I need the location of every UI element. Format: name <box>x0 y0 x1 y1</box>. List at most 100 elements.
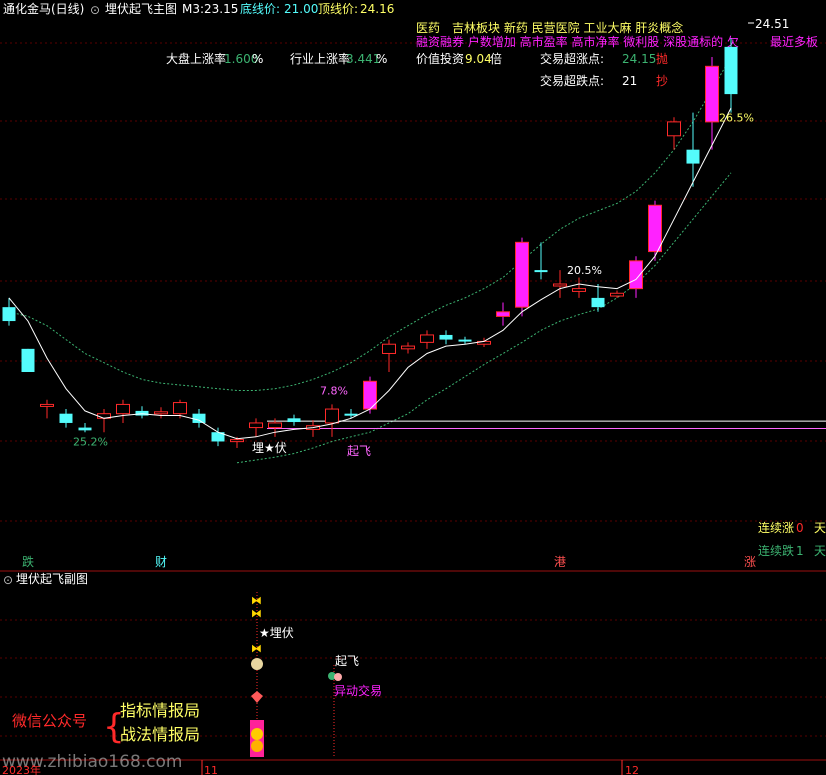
sector-row2: 融资融券 户数增加 高市盈率 高市净率 微利股 深股通标的 欠 <box>416 34 739 49</box>
sector-row1: 医药 吉林板块 新药 民营医院 工业大麻 肝炎概念 <box>416 20 683 35</box>
event-markers: 埋★伏 起飞 <box>252 441 371 458</box>
up-point-label: 交易超涨点: <box>540 51 604 66</box>
x-axis-month-12: 12 <box>625 764 639 775</box>
industry-rise-label: 行业上涨率 <box>290 51 350 66</box>
candle-body <box>610 292 624 297</box>
up-point-tag: 抛 <box>656 51 668 66</box>
candle <box>515 237 529 317</box>
diamond-icon <box>251 691 263 703</box>
candle-body <box>686 149 700 164</box>
candle <box>211 427 225 447</box>
wechat-label: 微信公众号 <box>12 712 87 730</box>
chevron-down-icon[interactable]: ⊙ <box>90 3 100 17</box>
abnormal-trade-label: 异动交易 <box>334 683 382 698</box>
ambush-sub-label: ★埋伏 <box>259 626 294 640</box>
candle-body <box>287 418 301 423</box>
down-point-label: 交易超跌点: <box>540 73 604 88</box>
bottom-price-value: 21.00 <box>284 2 318 16</box>
candle-body <box>325 408 339 424</box>
candle-body <box>439 334 453 340</box>
candle <box>287 414 301 426</box>
candle-body <box>192 413 206 423</box>
industry-rise-unit: % <box>376 52 387 66</box>
pct-label: 26.5% <box>719 111 754 124</box>
candle <box>192 409 206 428</box>
candle-body <box>705 65 719 123</box>
info-panel: 医药 吉林板块 新药 民营医院 工业大麻 肝炎概念 融资融券 户数增加 高市盈率… <box>166 20 818 88</box>
consec-down-value: 1 <box>796 544 804 558</box>
candle-body <box>2 307 16 322</box>
takeoff-marker: 起飞 <box>347 444 371 458</box>
candle <box>648 200 662 261</box>
candle <box>591 284 605 312</box>
value-invest-label: 价值投资 <box>416 51 464 66</box>
pct-label: 25.2% <box>73 435 108 448</box>
m3-label: M3: <box>182 2 204 16</box>
candle <box>78 422 92 433</box>
candle <box>154 407 168 419</box>
sub-panel: ⊙ 埋伏起飞副图 ⧓ ⧓ ★埋伏 ⧓ 起飞 异动交易 微信公众号 { 指标情报局… <box>2 572 382 772</box>
chevron-down-icon[interactable]: ⊙ <box>3 573 13 587</box>
candle <box>40 399 54 419</box>
gold-coin-icon <box>251 728 263 740</box>
x-axis-month-11: 11 <box>204 764 218 775</box>
candle <box>97 409 111 433</box>
consec-down-unit: 天 <box>814 544 826 558</box>
bottom-tags: 跌财港涨 <box>22 554 756 569</box>
down-point-tag: 抄 <box>656 74 668 88</box>
candle-body <box>40 403 54 407</box>
bottom-tag: 跌 <box>22 554 34 569</box>
ambush-marker: 埋★伏 <box>252 441 287 455</box>
candle <box>420 330 434 349</box>
pct-label: 7.8% <box>320 385 348 398</box>
candle-body <box>534 270 548 273</box>
sub-title[interactable]: 埋伏起飞副图 <box>16 572 88 586</box>
consec-up-unit: 天 <box>814 521 826 535</box>
candle <box>439 330 453 345</box>
candle-body <box>78 427 92 431</box>
candle <box>629 256 643 298</box>
candle-body <box>154 411 168 415</box>
consec-up-value: 0 <box>796 521 804 535</box>
candle-body <box>458 339 472 342</box>
money-bag-icon <box>251 658 263 670</box>
candle <box>667 117 681 150</box>
butterfly-icon: ⧓ <box>251 642 262 655</box>
candle <box>2 297 16 326</box>
candle <box>610 290 624 298</box>
candle <box>496 302 510 326</box>
gold-coin-icon <box>251 740 263 752</box>
m3-value: 23.15 <box>204 2 238 16</box>
brand-name-2: 战法情报局 <box>120 725 200 744</box>
price-labels: 25.2% 7.8% 20.5% 26.5% <box>73 111 754 448</box>
candle <box>135 406 149 419</box>
butterfly-icon: ⧓ <box>251 607 262 620</box>
bottom-price-label: 底线价: <box>240 1 280 16</box>
brand-name-1: 指标情报局 <box>120 701 200 720</box>
support-lines <box>267 420 826 430</box>
butterfly-icon: ⧓ <box>251 594 262 607</box>
x-axis-year: 2023年 <box>2 763 41 775</box>
pct-label: 20.5% <box>567 264 602 277</box>
candle-body <box>667 121 681 137</box>
stock-title: 通化金马(日线) <box>3 1 84 16</box>
candle <box>724 38 738 113</box>
candle-body <box>116 403 130 415</box>
grid <box>0 42 826 737</box>
bottom-tag: 港 <box>554 555 566 569</box>
chart-canvas: 通化金马(日线) ⊙ 埋伏起飞主图 M3: 23.15 底线价: 21.00 顶… <box>0 1 826 775</box>
candle-body <box>420 334 434 343</box>
candle-body <box>173 402 187 415</box>
candle <box>686 112 700 187</box>
candle <box>363 376 377 414</box>
indicator-name[interactable]: 埋伏起飞主图 <box>105 2 177 16</box>
candle-body <box>648 204 662 253</box>
band-upper-line <box>8 56 732 391</box>
candle <box>21 348 35 372</box>
candle <box>249 418 263 437</box>
candle-body <box>21 348 35 372</box>
candle-body <box>59 413 73 423</box>
candle-body <box>572 288 586 292</box>
header: 通化金马(日线) ⊙ 埋伏起飞主图 M3: 23.15 底线价: 21.00 顶… <box>3 1 394 17</box>
candle-body <box>401 345 415 350</box>
